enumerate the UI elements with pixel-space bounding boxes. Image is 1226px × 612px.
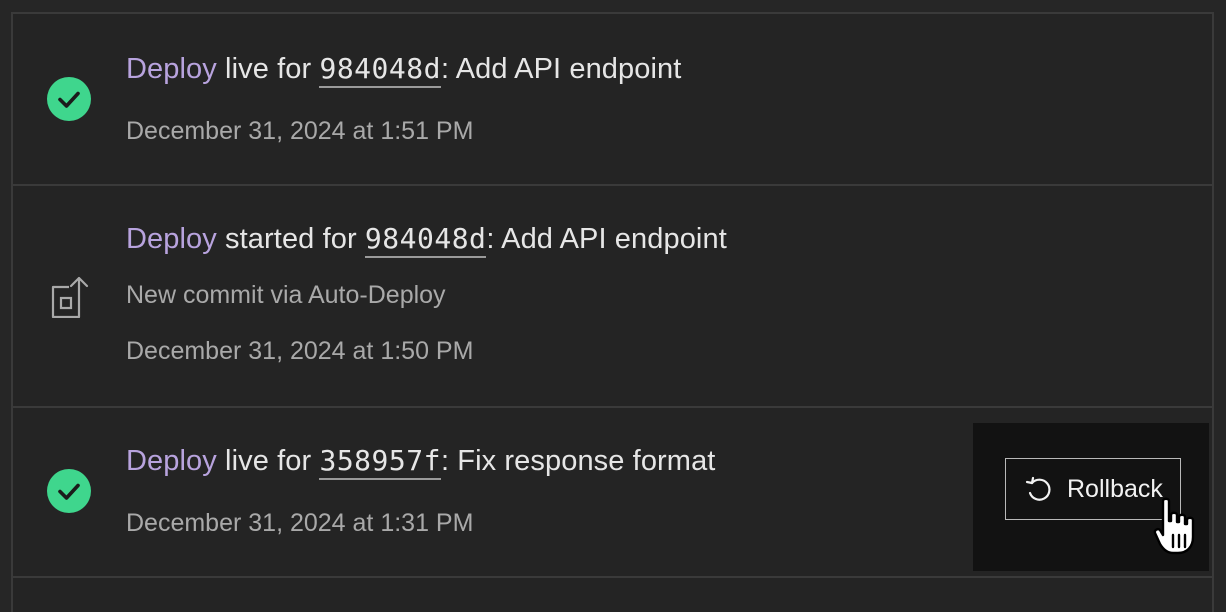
commit-sha-link[interactable]: 984048d xyxy=(319,52,441,88)
event-row: Deploy started for 984048d: Add API endp… xyxy=(13,184,1212,408)
deploy-upload-icon xyxy=(49,274,93,318)
deploy-events-panel: Deploy live for 984048d: Add API endpoin… xyxy=(11,12,1214,612)
hand-pointer-cursor-icon xyxy=(1153,497,1195,555)
commit-message: : Add API endpoint xyxy=(440,53,682,85)
for-text: for xyxy=(277,53,312,85)
event-row: Deploy live for 984048d: Add API endpoin… xyxy=(13,14,1212,186)
event-status: live xyxy=(225,53,269,85)
deploy-link[interactable]: Deploy xyxy=(126,445,217,477)
event-timestamp: December 31, 2024 at 1:50 PM xyxy=(126,337,474,365)
rollback-label: Rollback xyxy=(1067,474,1163,503)
commit-message: : Add API endpoint xyxy=(486,223,727,255)
check-circle-icon xyxy=(47,77,91,121)
event-timestamp: December 31, 2024 at 1:31 PM xyxy=(126,509,474,537)
event-title: Deploy started for 984048d: Add API endp… xyxy=(126,222,727,258)
event-status: started xyxy=(225,223,315,255)
check-circle-icon xyxy=(47,469,91,513)
deploy-link[interactable]: Deploy xyxy=(126,223,217,255)
undo-icon xyxy=(1025,476,1051,501)
deploy-link[interactable]: Deploy xyxy=(126,53,217,85)
event-timestamp: December 31, 2024 at 1:51 PM xyxy=(126,117,474,145)
commit-sha-link[interactable]: 358957f xyxy=(319,444,441,480)
event-title: Deploy live for 984048d: Add API endpoin… xyxy=(126,52,682,88)
row-actions: Rollback xyxy=(973,423,1209,571)
commit-sha-link[interactable]: 984048d xyxy=(364,222,487,258)
event-title: Deploy live for 358957f: Fix response fo… xyxy=(126,444,716,480)
for-text: for xyxy=(277,445,312,477)
event-status: live xyxy=(225,445,269,477)
event-subtitle: New commit via Auto-Deploy xyxy=(126,281,446,309)
for-text: for xyxy=(322,223,357,255)
event-row: Deploy live for 358957f: Fix response fo… xyxy=(13,406,1212,578)
commit-message: : Fix response format xyxy=(440,445,716,477)
